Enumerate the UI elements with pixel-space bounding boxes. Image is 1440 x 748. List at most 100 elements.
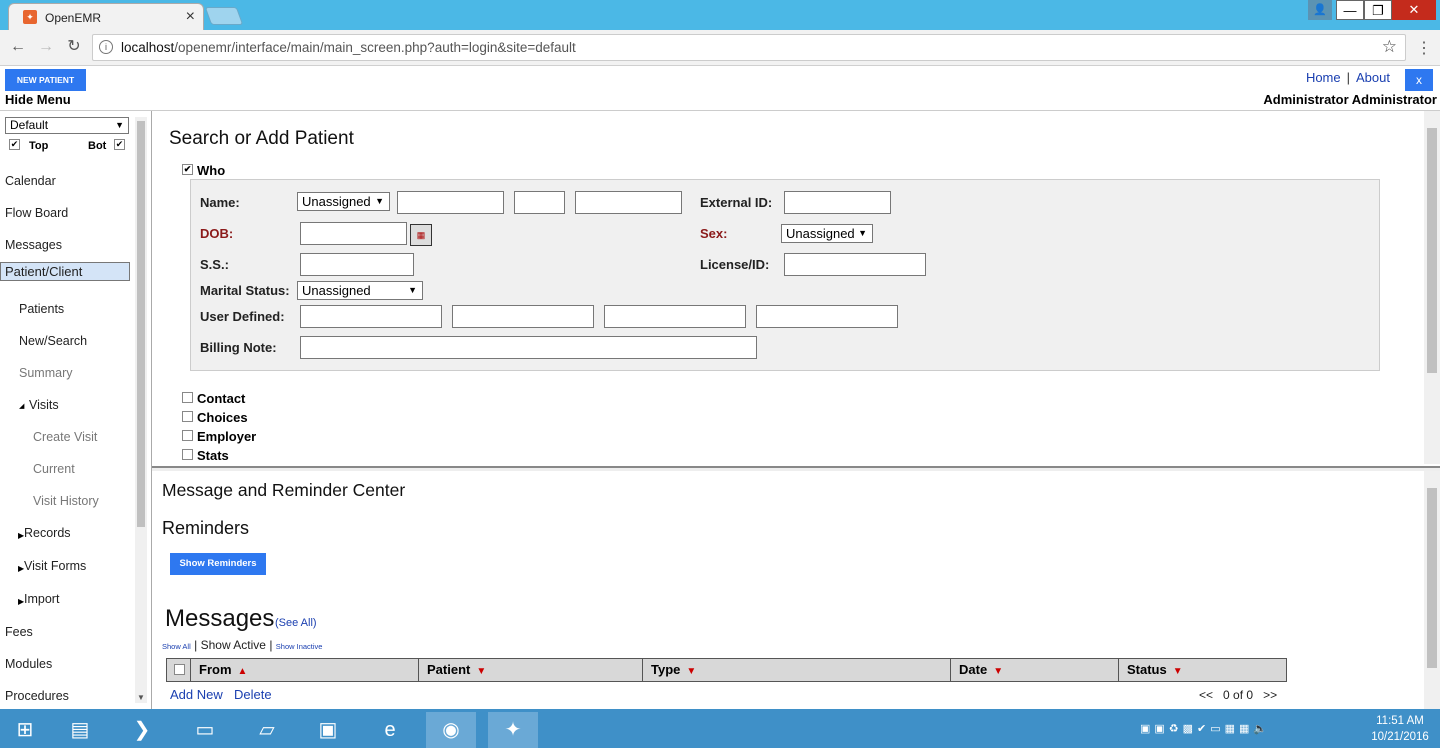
sidebar-item-procedures[interactable]: Procedures xyxy=(0,681,130,711)
column-patient[interactable]: Patient ▼ xyxy=(419,659,643,681)
who-checkbox[interactable]: ✔ xyxy=(182,164,193,175)
taskbar-clock[interactable]: 11:51 AM 10/21/2016 xyxy=(1365,713,1435,745)
contact-checkbox[interactable] xyxy=(182,392,193,403)
stats-checkbox[interactable] xyxy=(182,449,193,460)
bot-label: Bot xyxy=(88,140,107,152)
user-defined-4-input[interactable] xyxy=(756,305,898,328)
marital-status-select[interactable]: Unassigned ▼ xyxy=(297,281,423,300)
hide-menu-link[interactable]: Hide Menu xyxy=(5,92,71,107)
show-active-link[interactable]: Show Active xyxy=(201,638,266,652)
add-new-message-link[interactable]: Add New xyxy=(170,687,223,702)
tab-close-icon[interactable]: × xyxy=(186,8,195,26)
command-prompt-icon[interactable]: ▣ xyxy=(303,712,353,748)
url-host: localhost xyxy=(121,40,175,55)
calendar-picker-icon[interactable]: ▦ xyxy=(410,224,432,246)
see-all-link[interactable]: (See All) xyxy=(275,617,317,629)
sidebar-item-patients[interactable]: Patients xyxy=(0,294,130,324)
browser-tab[interactable]: ✦ OpenEMR × xyxy=(8,3,204,30)
chrome-icon[interactable]: ◉ xyxy=(426,712,476,748)
ss-input[interactable] xyxy=(300,253,414,276)
sidebar-item-import[interactable]: Import xyxy=(0,584,130,614)
page-info-icon[interactable]: i xyxy=(99,40,113,54)
sidebar-item-visits[interactable]: Visits xyxy=(0,390,130,420)
window-close-button[interactable]: ✕ xyxy=(1392,0,1436,20)
pager-next[interactable]: >> xyxy=(1263,688,1277,702)
dropdown-arrow-icon: ▼ xyxy=(858,228,867,238)
search-frame-scroll-thumb[interactable] xyxy=(1427,128,1437,373)
middle-name-input[interactable] xyxy=(514,191,565,214)
system-tray-icons[interactable]: ▣▣♻▩✔▭▦▦🔈 xyxy=(1140,722,1271,735)
user-defined-1-input[interactable] xyxy=(300,305,442,328)
show-reminders-button[interactable]: Show Reminders xyxy=(170,553,266,575)
logout-x-button[interactable]: x xyxy=(1405,69,1433,91)
license-input[interactable] xyxy=(784,253,926,276)
column-from[interactable]: From ▲ xyxy=(191,659,419,681)
maximize-button[interactable]: ❐ xyxy=(1364,0,1392,20)
explorer-drive-icon[interactable]: ▱ xyxy=(242,712,292,748)
scroll-down-icon[interactable]: ▼ xyxy=(137,693,145,702)
forward-icon[interactable]: → xyxy=(36,37,56,57)
first-name-input[interactable] xyxy=(397,191,504,214)
url-text: localhost/openemr/interface/main/main_sc… xyxy=(121,40,576,55)
new-tab-button[interactable] xyxy=(204,7,244,25)
name-title-select[interactable]: Unassigned ▼ xyxy=(297,192,390,211)
sidebar-item-visit-forms[interactable]: Visit Forms xyxy=(0,551,130,581)
last-name-input[interactable] xyxy=(575,191,682,214)
about-link[interactable]: About xyxy=(1356,70,1390,85)
internet-explorer-icon[interactable]: e xyxy=(365,712,415,748)
back-icon[interactable]: ← xyxy=(8,37,28,57)
column-type-label: Type xyxy=(651,662,681,677)
message-frame-scroll-thumb[interactable] xyxy=(1427,488,1437,668)
file-explorer-icon[interactable]: ▭ xyxy=(180,712,230,748)
sidebar-item-messages[interactable]: Messages xyxy=(0,230,130,260)
powershell-icon[interactable]: ❯ xyxy=(117,712,167,748)
column-date[interactable]: Date ▼ xyxy=(951,659,1119,681)
profile-icon[interactable]: 👤 xyxy=(1308,0,1332,20)
sidebar-item-summary[interactable]: Summary xyxy=(0,358,130,388)
bookmark-star-icon[interactable]: ☆ xyxy=(1382,37,1397,57)
minimize-button[interactable]: — xyxy=(1336,0,1364,20)
sidebar-scroll-thumb[interactable] xyxy=(137,121,145,527)
top-frame-checkbox[interactable]: ✔ xyxy=(9,139,20,150)
choices-checkbox[interactable] xyxy=(182,411,193,422)
select-all-checkbox[interactable] xyxy=(174,664,185,675)
sidebar-item-current[interactable]: Current xyxy=(0,454,130,484)
show-all-link[interactable]: Show All xyxy=(162,642,191,651)
url-input[interactable]: i localhost/openemr/interface/main/main_… xyxy=(92,34,1406,61)
billing-note-input[interactable] xyxy=(300,336,757,359)
employer-checkbox[interactable] xyxy=(182,430,193,441)
sidebar-item-records[interactable]: Records xyxy=(0,518,130,548)
select-all-cell xyxy=(167,659,191,681)
user-defined-2-input[interactable] xyxy=(452,305,594,328)
menu-set-select[interactable]: Default ▼ xyxy=(5,117,129,134)
sidebar-item-fees[interactable]: Fees xyxy=(0,617,130,647)
user-defined-3-input[interactable] xyxy=(604,305,746,328)
start-icon[interactable]: ⊞ xyxy=(0,712,50,748)
pager-prev[interactable]: << xyxy=(1199,688,1213,702)
show-inactive-link[interactable]: Show Inactive xyxy=(276,642,323,651)
filter-sep: | xyxy=(269,638,273,652)
sidebar-item-patient-client[interactable]: Patient/Client xyxy=(0,262,130,281)
choices-label: Choices xyxy=(197,410,248,425)
sidebar-item-flow-board[interactable]: Flow Board xyxy=(0,198,130,228)
column-status[interactable]: Status ▼ xyxy=(1119,659,1286,681)
browser-menu-icon[interactable]: ⋮ xyxy=(1416,38,1432,58)
sidebar-item-create-visit[interactable]: Create Visit xyxy=(0,422,130,452)
reload-icon[interactable]: ↻ xyxy=(64,37,84,57)
bot-frame-checkbox[interactable]: ✔ xyxy=(114,139,125,150)
external-id-input[interactable] xyxy=(784,191,891,214)
sidebar-item-visit-history[interactable]: Visit History xyxy=(0,486,130,516)
sidebar-item-modules[interactable]: Modules xyxy=(0,649,130,679)
dob-input[interactable] xyxy=(300,222,407,245)
sidebar-item-new-search[interactable]: New/Search xyxy=(0,326,130,356)
sidebar-item-calendar[interactable]: Calendar xyxy=(0,166,130,196)
sex-select[interactable]: Unassigned ▼ xyxy=(781,224,873,243)
server-manager-icon[interactable]: ▤ xyxy=(55,712,105,748)
sort-down-icon: ▼ xyxy=(1172,666,1183,677)
delete-message-link[interactable]: Delete xyxy=(234,687,272,702)
column-status-label: Status xyxy=(1127,662,1167,677)
home-link[interactable]: Home xyxy=(1306,70,1341,85)
column-type[interactable]: Type ▼ xyxy=(643,659,951,681)
new-patient-button[interactable]: NEW PATIENT xyxy=(5,69,86,91)
xampp-icon[interactable]: ✦ xyxy=(488,712,538,748)
